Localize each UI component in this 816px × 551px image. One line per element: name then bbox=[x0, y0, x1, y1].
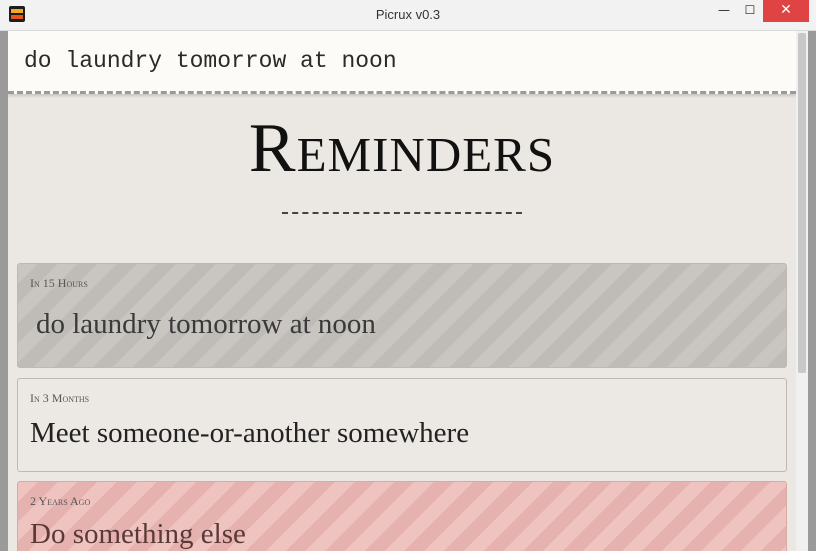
title-divider bbox=[282, 212, 522, 214]
window-titlebar[interactable]: Picrux v0.3 — ☐ ✕ bbox=[0, 0, 816, 31]
reminder-input[interactable] bbox=[24, 45, 764, 77]
reminder-card[interactable]: 2 Years Ago Do something else bbox=[17, 481, 787, 551]
close-button[interactable]: ✕ bbox=[763, 0, 809, 22]
reminder-time: In 3 Months bbox=[30, 391, 90, 405]
reminder-input-bar bbox=[8, 31, 796, 94]
reminder-time: 2 Years Ago bbox=[30, 494, 91, 508]
reminder-time: In 15 Hours bbox=[30, 276, 88, 290]
maximize-button[interactable]: ☐ bbox=[737, 0, 763, 22]
reminder-text: do laundry tomorrow at noon bbox=[36, 308, 376, 340]
window-frame-right bbox=[808, 31, 816, 551]
vertical-scrollbar[interactable] bbox=[796, 31, 808, 551]
reminder-text: Meet someone-or-another somewhere bbox=[30, 417, 470, 449]
window-title: Picrux v0.3 bbox=[375, 7, 441, 22]
page-title: Reminders bbox=[248, 110, 556, 187]
reminder-card[interactable]: In 3 Months Meet someone-or-another some… bbox=[17, 378, 787, 472]
app-content: Reminders In 15 Hours do laundry tomorro… bbox=[8, 31, 796, 551]
reminder-text: Do something else bbox=[30, 518, 246, 550]
scrollbar-thumb[interactable] bbox=[798, 33, 806, 373]
reminder-card[interactable]: In 15 Hours do laundry tomorrow at noon bbox=[17, 263, 787, 368]
minimize-button[interactable]: — bbox=[711, 0, 737, 22]
